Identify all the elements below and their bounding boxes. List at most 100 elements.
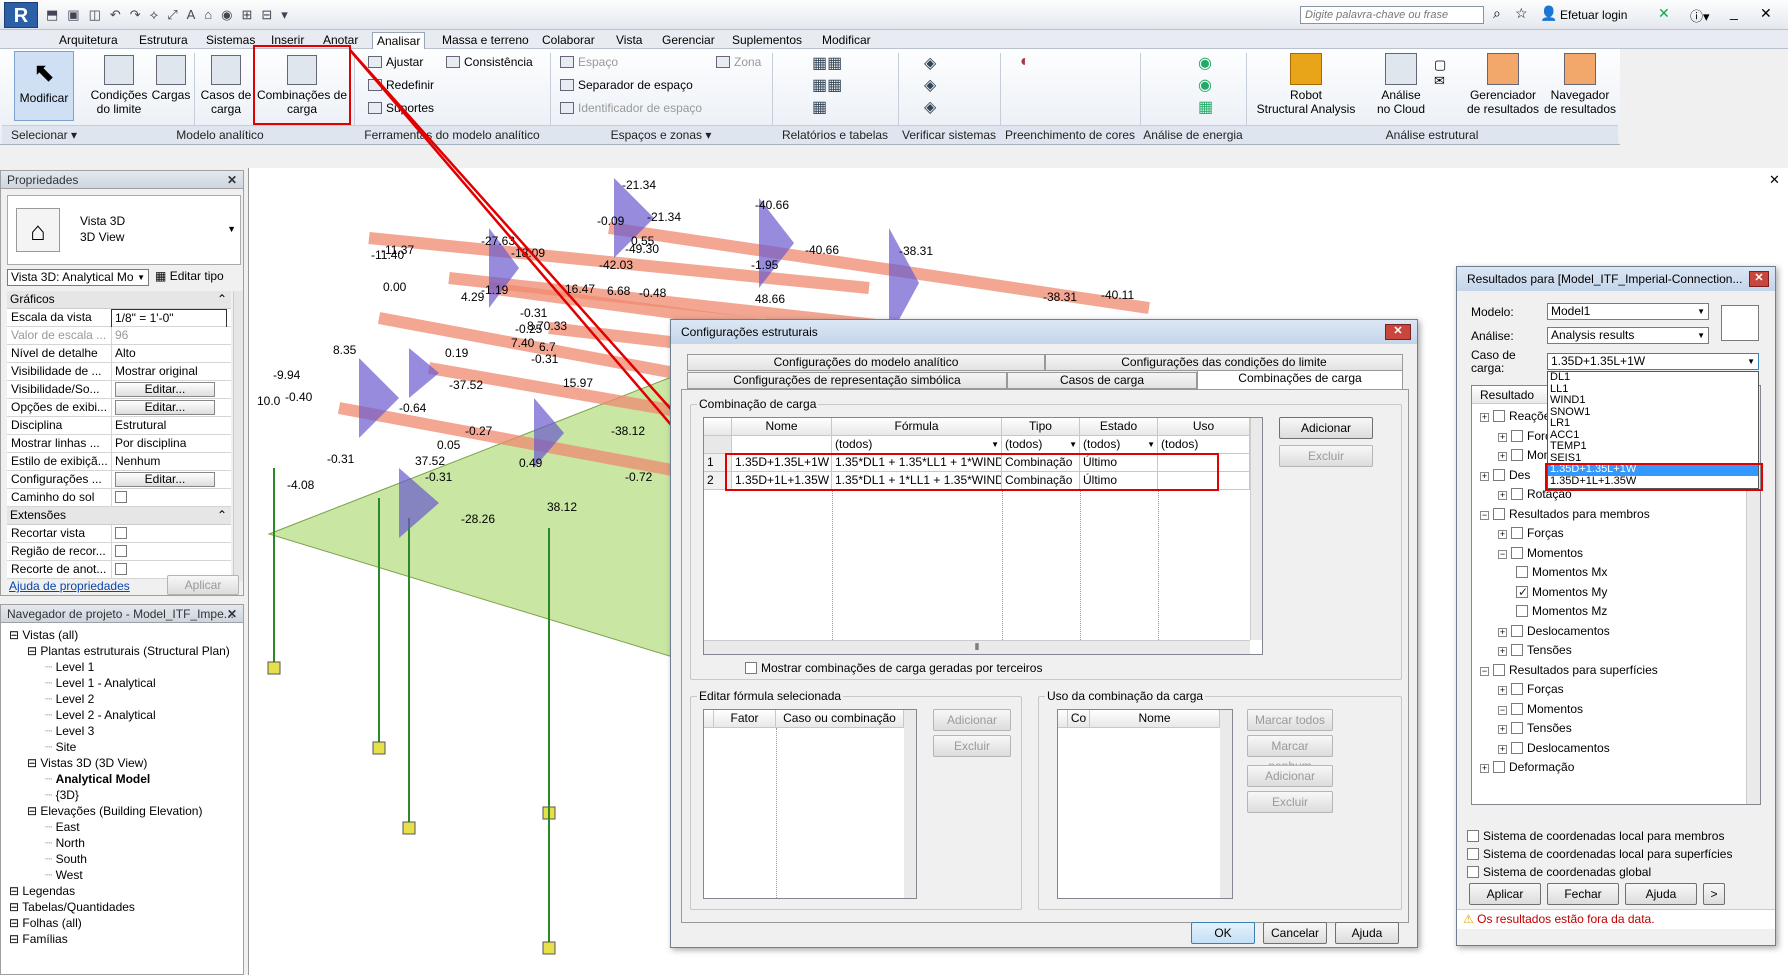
checkbox[interactable]	[1467, 866, 1479, 878]
cancel-button[interactable]: Cancelar	[1263, 922, 1327, 944]
browser-item[interactable]: ┈ West	[45, 867, 83, 883]
ok-button[interactable]: OK	[1191, 922, 1255, 944]
result-tree-item[interactable]: + Forças	[1498, 525, 1564, 541]
edit-button[interactable]: Editar...	[115, 400, 215, 415]
col-fator[interactable]: Fator	[714, 710, 776, 728]
checkbox[interactable]	[1467, 848, 1479, 860]
result-tree-item[interactable]: + Deslocamentos	[1498, 740, 1610, 756]
checkbox[interactable]	[1511, 722, 1523, 734]
result-tree-item[interactable]: Momentos Mx	[1516, 564, 1607, 580]
col-tipo[interactable]: Tipo	[1002, 418, 1080, 436]
exchange-icon[interactable]: ✕	[1658, 5, 1670, 22]
add-formula-button[interactable]: Adicionar	[933, 709, 1011, 731]
dropdown-option[interactable]: SNOW1	[1548, 406, 1758, 419]
expand-icon[interactable]: −	[1480, 510, 1489, 520]
analysis-select[interactable]: Analysis results	[1547, 327, 1709, 344]
tab-estrutura[interactable]: Estrutura	[135, 32, 192, 49]
checkbox[interactable]	[1493, 761, 1505, 773]
result-tree-item[interactable]: − Momentos	[1498, 701, 1583, 717]
col-estado[interactable]: Estado	[1080, 418, 1158, 436]
expand-icon[interactable]: +	[1498, 744, 1507, 754]
checkbox[interactable]	[1516, 584, 1528, 600]
result-tree-item[interactable]: Momentos Mz	[1516, 603, 1607, 619]
browser-item[interactable]: ┈ Analytical Model	[45, 771, 150, 787]
mark-all-button[interactable]: Marcar todos	[1247, 709, 1333, 731]
loads-button[interactable]: Cargas	[150, 55, 192, 102]
supports-button[interactable]: Suportes	[368, 101, 434, 115]
tab-representacao[interactable]: Configurações de representação simbólica	[687, 372, 1007, 389]
mail-icon[interactable]: ▢ ✉	[1434, 57, 1446, 89]
browser-item[interactable]: ⊟ Elevações (Building Elevation)	[27, 803, 202, 819]
expand-icon[interactable]: +	[1498, 686, 1507, 695]
space-tag-button[interactable]: Identificador de espaço	[560, 101, 702, 115]
checkbox[interactable]	[115, 491, 127, 503]
delete-formula-button[interactable]: Excluir	[933, 735, 1011, 757]
expand-icon[interactable]: −	[1498, 705, 1507, 715]
tab-modificar[interactable]: Modificar	[818, 32, 875, 49]
checkbox[interactable]	[1511, 644, 1523, 656]
consistency-button[interactable]: Consistência	[446, 55, 533, 69]
filter-estado[interactable]: (todos) ▼	[1080, 436, 1158, 454]
show-third-party-checkbox[interactable]: Mostrar combinações de carga geradas por…	[745, 661, 1042, 675]
browser-item[interactable]: ┈ Level 3	[45, 723, 94, 739]
tab-combinacoes-carga[interactable]: Combinações de carga	[1197, 370, 1403, 389]
boundary-conditions-button[interactable]: Condições do limite	[86, 55, 152, 116]
col-formula[interactable]: Fórmula	[832, 418, 1002, 436]
reports-icons[interactable]: ▦▦ ▦▦ ▦	[812, 53, 852, 119]
checkbox[interactable]	[1511, 702, 1523, 715]
apply-button[interactable]: Aplicar	[167, 575, 239, 595]
results-close-button[interactable]: Fechar	[1547, 883, 1619, 905]
expand-icon[interactable]: +	[1498, 627, 1507, 637]
col-nome[interactable]: Nome	[732, 418, 832, 436]
properties-help-link[interactable]: Ajuda de propriedades	[9, 579, 130, 593]
col-co[interactable]: Co	[1068, 710, 1090, 728]
model-select[interactable]: Model1	[1547, 303, 1709, 320]
browser-item[interactable]: ⊟ Vistas (all)	[9, 627, 78, 643]
col-caso[interactable]: Caso ou combinação	[776, 710, 904, 728]
login-button[interactable]: Efetuar login	[1560, 8, 1627, 22]
dropdown-option[interactable]: TEMP1	[1548, 441, 1758, 453]
dropdown-option[interactable]: DL1	[1548, 372, 1758, 384]
browser-item[interactable]: ⊟ Folhas (all)	[9, 915, 82, 931]
close-icon[interactable]: ✕	[1385, 324, 1411, 340]
properties-scrollbar[interactable]	[233, 291, 243, 581]
expand-icon[interactable]: −	[1498, 549, 1507, 559]
checkbox[interactable]	[1511, 624, 1523, 637]
space-separator-button[interactable]: Separador de espaço	[560, 78, 693, 92]
browser-item[interactable]: ┈ East	[45, 819, 80, 835]
browser-item[interactable]: ⊟ Legendas	[9, 883, 75, 899]
expand-icon[interactable]: +	[1480, 764, 1489, 773]
checkbox[interactable]	[115, 545, 127, 557]
checkbox[interactable]	[1511, 488, 1523, 500]
result-tree-item[interactable]: + Tensões	[1498, 642, 1572, 658]
expand-icon[interactable]: +	[1498, 491, 1507, 500]
expand-icon[interactable]: −	[1480, 666, 1489, 676]
close-icon[interactable]: ✕	[227, 171, 237, 189]
checkbox[interactable]	[1516, 566, 1528, 578]
results-manager-button[interactable]: Gerenciador de resultados	[1464, 53, 1542, 116]
add-usage-button[interactable]: Adicionar	[1247, 765, 1333, 787]
table-vscrollbar[interactable]	[1250, 418, 1262, 640]
star-icon[interactable]: ☆	[1515, 5, 1528, 22]
search-icon[interactable]: ⌕	[1493, 5, 1501, 22]
browser-item[interactable]: ┈ Site	[45, 739, 76, 755]
checkbox[interactable]	[1467, 830, 1479, 842]
checkbox[interactable]	[115, 563, 127, 575]
expand-icon[interactable]: +	[1498, 530, 1507, 539]
formula-table[interactable]: Fator Caso ou combinação	[703, 709, 917, 899]
tab-condicoes-limite[interactable]: Configurações das condições do limite	[1045, 354, 1403, 371]
table-hscrollbar[interactable]: ⦀	[704, 640, 1250, 654]
group-espacos[interactable]: Espaços e zonas ▾	[550, 125, 772, 144]
close-icon[interactable]: ✕	[1760, 5, 1772, 22]
results-navigator-button[interactable]: Navegador de resultados	[1542, 53, 1618, 116]
viewcube-close-icon[interactable]: ✕	[1769, 172, 1780, 188]
reset-button[interactable]: Redefinir	[368, 78, 434, 92]
tab-casos-carga[interactable]: Casos de carga	[1007, 372, 1197, 389]
checkbox[interactable]	[1511, 546, 1523, 559]
results-apply-button[interactable]: Aplicar	[1469, 883, 1541, 905]
results-settings-icon[interactable]	[1721, 305, 1759, 341]
help-icon[interactable]: ⓘ▾	[1690, 6, 1710, 25]
formula-scrollbar[interactable]	[904, 710, 916, 898]
delete-combination-button[interactable]: Excluir	[1279, 445, 1373, 467]
adjust-button[interactable]: Ajustar	[368, 55, 423, 69]
